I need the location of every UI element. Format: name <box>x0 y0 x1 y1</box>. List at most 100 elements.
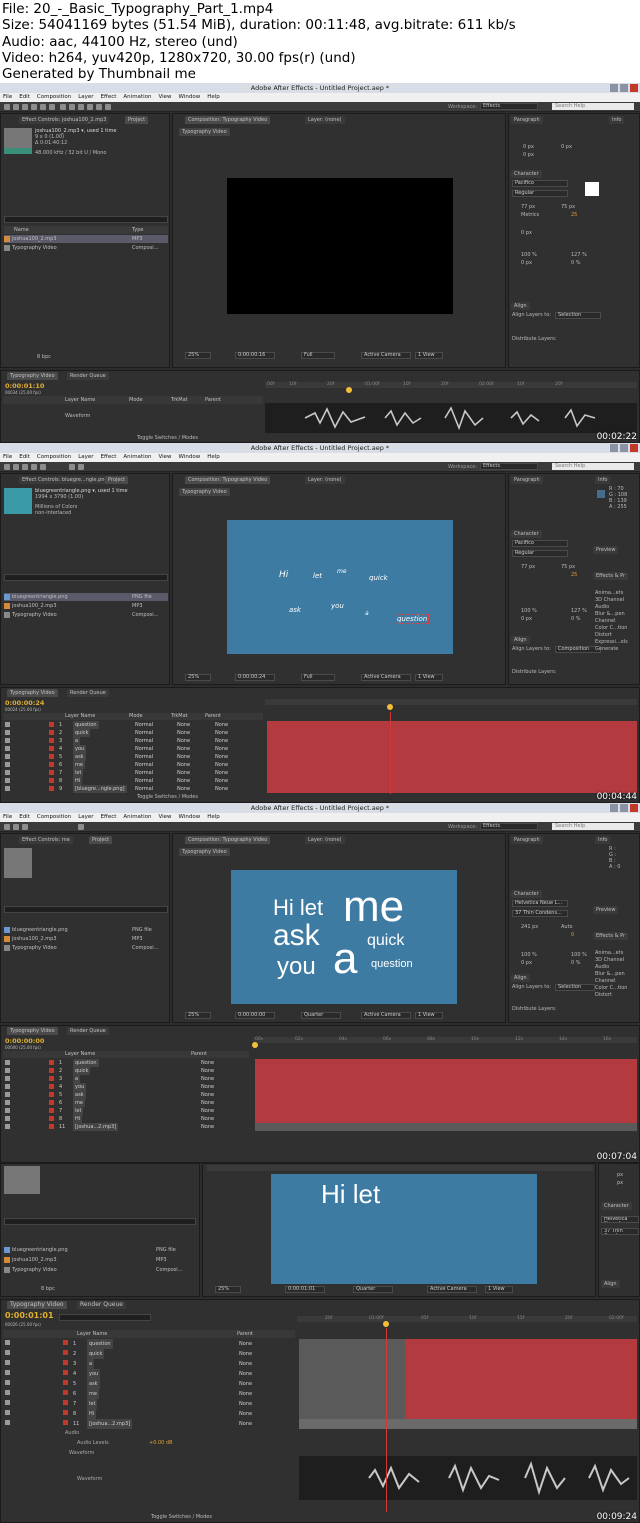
timeline-layer-row[interactable]: 4 you None <box>3 1083 249 1091</box>
menu-help[interactable]: Help <box>207 94 220 100</box>
tab-composition[interactable]: Composition: Typography Video <box>185 476 271 484</box>
menu-layer[interactable]: Layer <box>78 94 93 100</box>
tab-align[interactable]: Align <box>511 636 530 644</box>
menu-effect[interactable]: Effect <box>101 814 117 820</box>
para-indent[interactable]: 0 px <box>523 144 534 151</box>
menu-help[interactable]: Help <box>207 814 220 820</box>
kerning-field[interactable]: Metrics <box>521 212 539 219</box>
leading-field[interactable]: 75 px <box>561 564 575 571</box>
label-color-icon[interactable] <box>49 738 54 743</box>
text-layer-ask[interactable]: ask <box>289 606 301 614</box>
label-color-icon[interactable] <box>49 1116 54 1121</box>
timeline-layer-row[interactable]: 3 a None <box>3 1359 295 1369</box>
layer-name[interactable]: you <box>87 1369 101 1379</box>
time-ruler[interactable] <box>265 699 637 705</box>
layer-name[interactable]: ask <box>73 1091 86 1099</box>
current-time-display[interactable]: 0:00:01:01 <box>285 1286 325 1293</box>
layer-parent-select[interactable]: None <box>215 737 228 745</box>
tab-effect-controls[interactable]: Effect Controls: me <box>19 836 73 844</box>
layer-name[interactable]: me <box>73 761 85 769</box>
resolution-select[interactable]: Full <box>301 352 335 359</box>
visibility-eye-icon[interactable] <box>5 1076 10 1081</box>
tab-timeline[interactable]: Typography Video <box>7 689 58 697</box>
font-size-field[interactable]: 241 px <box>521 924 538 931</box>
time-ruler[interactable]: 20f 01:00f 05f 10f 15f 20f 02:00f <box>297 1316 637 1322</box>
menu-window[interactable]: Window <box>179 94 201 100</box>
timeline-layer-row[interactable]: 6 me Normal None None <box>3 761 263 769</box>
align-to-select[interactable]: Selection <box>555 312 601 319</box>
label-color-icon[interactable] <box>63 1410 68 1415</box>
timeline-layer-row[interactable]: 2 quick Normal None None <box>3 729 263 737</box>
search-help-input[interactable]: Search Help <box>552 103 634 110</box>
visibility-eye-icon[interactable] <box>5 1360 10 1365</box>
layer-parent-select[interactable]: None <box>201 1115 214 1123</box>
timeline-layer-row[interactable]: 1 question None <box>3 1059 249 1067</box>
label-color-icon[interactable] <box>63 1360 68 1365</box>
waveform-group-label[interactable]: Waveform <box>69 1450 94 1457</box>
composition-viewer[interactable]: Hi let <box>271 1174 537 1284</box>
visibility-eye-icon[interactable] <box>5 1084 10 1089</box>
text-layer-you[interactable]: you <box>277 954 316 980</box>
text-layer-me[interactable]: me <box>337 568 347 575</box>
visibility-eye-icon[interactable] <box>5 738 10 743</box>
timeline-layer-row[interactable]: 3 a Normal None None <box>3 737 263 745</box>
visibility-eye-icon[interactable] <box>5 1100 10 1105</box>
project-item[interactable]: bluegreentriangle.png PNG file <box>4 593 168 601</box>
baseline-field[interactable]: 0 px <box>521 230 532 237</box>
menu-animation[interactable]: Animation <box>123 94 151 100</box>
tab-align[interactable]: Align <box>511 974 530 982</box>
menu-effect[interactable]: Effect <box>101 94 117 100</box>
layer-parent-select[interactable]: None <box>239 1369 252 1379</box>
layer-trkmat-select[interactable]: None <box>177 785 190 793</box>
project-item[interactable]: joshua100_2.mp3 MP3 <box>4 935 168 943</box>
layer-name[interactable]: [joshua...2.mp3] <box>73 1123 119 1131</box>
fx-item[interactable]: Distort <box>595 992 612 999</box>
layer-parent-select[interactable]: None <box>215 753 228 761</box>
zoom-select[interactable]: 25% <box>185 352 211 359</box>
resolution-select[interactable]: Full <box>301 674 335 681</box>
menu-edit[interactable]: Edit <box>19 94 30 100</box>
camera-select[interactable]: Active Camera <box>361 674 411 681</box>
zoom-select[interactable]: 25% <box>215 1286 241 1293</box>
layer-mode-select[interactable]: Normal <box>135 737 153 745</box>
current-time-indicator[interactable] <box>252 1042 258 1048</box>
layer-parent-select[interactable]: None <box>201 1123 214 1131</box>
camera-select[interactable]: Active Camera <box>361 1012 411 1019</box>
font-size-field[interactable]: 77 px <box>521 204 535 211</box>
label-color-icon[interactable] <box>49 1084 54 1089</box>
current-time-indicator[interactable] <box>387 704 393 710</box>
label-color-icon[interactable] <box>63 1420 68 1425</box>
zoom-tool-icon[interactable] <box>22 104 28 110</box>
tab-info[interactable]: Info <box>595 476 611 484</box>
layer-trkmat-select[interactable]: None <box>177 737 190 745</box>
tab-info[interactable]: Info <box>595 836 611 844</box>
label-color-icon[interactable] <box>49 754 54 759</box>
project-search-input[interactable] <box>4 216 168 223</box>
text-layer-a[interactable]: a <box>333 936 357 982</box>
tab-character[interactable]: Character <box>511 890 542 898</box>
current-time-indicator[interactable] <box>346 387 352 393</box>
vscale-field[interactable]: 100 % <box>521 952 537 959</box>
type-tool-icon[interactable] <box>78 104 84 110</box>
project-item[interactable]: Typography Video Composi... <box>4 944 168 952</box>
layer-mode-select[interactable]: Normal <box>135 785 153 793</box>
composition-viewer[interactable]: Hi let me quick ask you a question <box>227 520 453 654</box>
tab-render-queue[interactable]: Render Queue <box>67 372 109 380</box>
tracking-field[interactable]: 25 <box>571 212 577 219</box>
menu-view[interactable]: View <box>158 454 171 460</box>
tracking-field[interactable]: 25 <box>571 572 577 579</box>
text-layer-quick[interactable]: quick <box>367 932 404 950</box>
search-help-input[interactable]: Search Help <box>552 463 634 470</box>
workspace-select[interactable]: Effects <box>480 823 538 830</box>
label-color-icon[interactable] <box>63 1340 68 1345</box>
menu-animation[interactable]: Animation <box>123 454 151 460</box>
tab-align[interactable]: Align <box>511 302 530 310</box>
fx-item[interactable]: Channel <box>595 618 616 625</box>
fx-item[interactable]: Audio <box>595 604 609 611</box>
tab-render-queue[interactable]: Render Queue <box>77 1301 126 1309</box>
layer-name[interactable]: a <box>73 737 81 745</box>
fx-item[interactable]: Blur &...pen <box>595 611 625 618</box>
maximize-button[interactable] <box>620 84 628 92</box>
align-to-select[interactable]: Selection <box>555 984 595 991</box>
layer-name[interactable]: quick <box>87 1349 105 1359</box>
